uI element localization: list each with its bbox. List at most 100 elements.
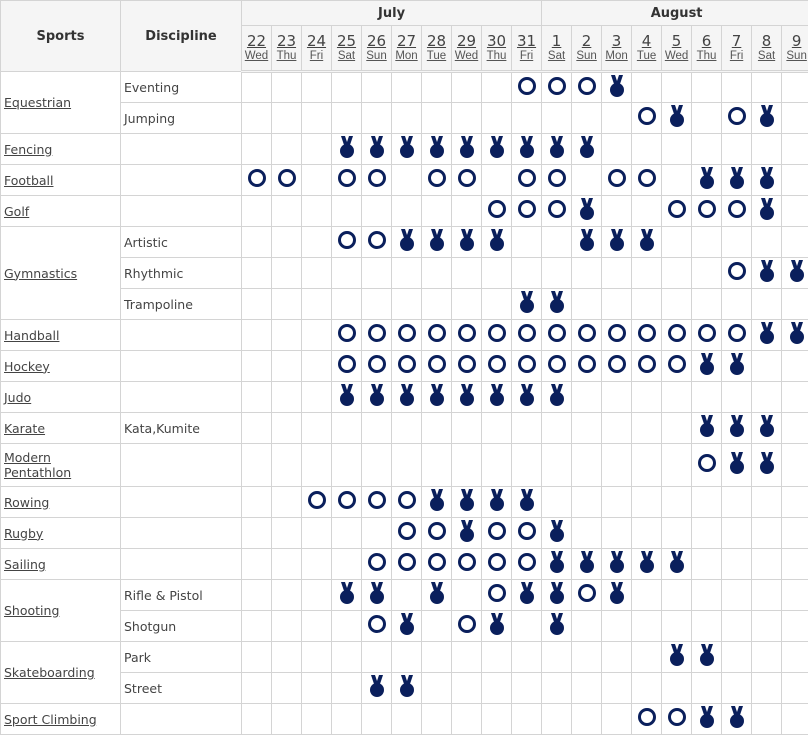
day-header[interactable]: 4Tue	[632, 26, 662, 72]
day-header[interactable]: 23Thu	[272, 26, 302, 72]
day-header[interactable]: 26Sun	[362, 26, 392, 72]
day-header[interactable]: 22Wed	[242, 26, 272, 72]
day-number-link[interactable]: 9	[782, 33, 808, 50]
event-circle-icon	[637, 359, 657, 378]
day-number-link[interactable]: 24	[302, 33, 331, 50]
sport-link-rugby[interactable]: Rugby	[4, 526, 43, 541]
day-header[interactable]: 8Sat	[752, 26, 782, 72]
medal-icon	[758, 423, 776, 442]
event-circle-icon	[697, 204, 717, 223]
sport-cell: Golf	[1, 196, 121, 227]
schedule-cell	[752, 134, 782, 165]
sport-link-golf[interactable]: Golf	[4, 204, 29, 219]
weekday-link[interactable]: Sat	[752, 50, 781, 63]
sport-link-rowing[interactable]: Rowing	[4, 495, 49, 510]
schedule-cell	[482, 518, 512, 549]
weekday-link[interactable]: Mon	[602, 50, 631, 63]
sport-link-karate[interactable]: Karate	[4, 421, 45, 436]
weekday-link[interactable]: Sun	[572, 50, 601, 63]
day-number-link[interactable]: 22	[242, 33, 271, 50]
sport-link-hockey[interactable]: Hockey	[4, 359, 50, 374]
weekday-link[interactable]: Fri	[722, 50, 751, 63]
day-number-link[interactable]: 29	[452, 33, 481, 50]
sport-link-sailing[interactable]: Sailing	[4, 557, 46, 572]
day-number-link[interactable]: 30	[482, 33, 511, 50]
day-number-link[interactable]: 26	[362, 33, 391, 50]
weekday-link[interactable]: Wed	[452, 50, 481, 63]
day-header[interactable]: 6Thu	[692, 26, 722, 72]
day-number-link[interactable]: 5	[662, 33, 691, 50]
day-number-link[interactable]: 2	[572, 33, 601, 50]
day-number-link[interactable]: 31	[512, 33, 541, 50]
sport-link-shooting[interactable]: Shooting	[4, 603, 59, 618]
day-number-link[interactable]: 8	[752, 33, 781, 50]
event-circle-icon	[427, 328, 447, 347]
sport-link-fencing[interactable]: Fencing	[4, 142, 52, 157]
day-number-link[interactable]: 7	[722, 33, 751, 50]
sport-link-equestrian[interactable]: Equestrian	[4, 95, 71, 110]
medal-icon	[398, 144, 416, 163]
day-number-link[interactable]: 6	[692, 33, 721, 50]
day-number-link[interactable]: 27	[392, 33, 421, 50]
day-header[interactable]: 5Wed	[662, 26, 692, 72]
sport-link-football[interactable]: Football	[4, 173, 53, 188]
day-header[interactable]: 24Fri	[302, 26, 332, 72]
day-header[interactable]: 27Mon	[392, 26, 422, 72]
event-circle-icon	[427, 173, 447, 192]
schedule-cell	[452, 611, 482, 642]
schedule-cell	[392, 642, 422, 673]
weekday-link[interactable]: Fri	[512, 50, 541, 63]
schedule-cell	[602, 320, 632, 351]
schedule-cell	[602, 289, 632, 320]
schedule-cell	[452, 196, 482, 227]
schedule-cell	[452, 258, 482, 289]
sport-cell: Fencing	[1, 134, 121, 165]
weekday-link[interactable]: Mon	[392, 50, 421, 63]
day-number-link[interactable]: 4	[632, 33, 661, 50]
day-number-link[interactable]: 25	[332, 33, 361, 50]
weekday-link[interactable]: Wed	[662, 50, 691, 63]
weekday-link[interactable]: Sat	[542, 50, 571, 63]
day-header[interactable]: 7Fri	[722, 26, 752, 72]
table-row: Hockey	[1, 351, 808, 382]
event-circle-icon	[397, 495, 417, 514]
weekday-link[interactable]: Thu	[272, 50, 301, 63]
schedule-cell	[602, 487, 632, 518]
day-header[interactable]: 28Tue	[422, 26, 452, 72]
schedule-cell	[572, 487, 602, 518]
schedule-cell	[422, 258, 452, 289]
schedule-cell	[632, 487, 662, 518]
schedule-cell	[512, 103, 542, 134]
day-number-link[interactable]: 1	[542, 33, 571, 50]
weekday-link[interactable]: Thu	[692, 50, 721, 63]
weekday-link[interactable]: Sat	[332, 50, 361, 63]
sport-link-skateboarding[interactable]: Skateboarding	[4, 665, 95, 680]
day-header[interactable]: 3Mon	[602, 26, 632, 72]
sport-cell: Hockey	[1, 351, 121, 382]
sport-link-modern-pentathlon[interactable]: Modern Pentathlon	[4, 450, 71, 480]
day-header[interactable]: 2Sun	[572, 26, 602, 72]
day-number-link[interactable]: 28	[422, 33, 451, 50]
sport-link-judo[interactable]: Judo	[4, 390, 31, 405]
day-header[interactable]: 1Sat	[542, 26, 572, 72]
schedule-cell	[452, 382, 482, 413]
weekday-link[interactable]: Tue	[422, 50, 451, 63]
day-header[interactable]: 29Wed	[452, 26, 482, 72]
day-header[interactable]: 9Sun	[782, 26, 808, 72]
weekday-link[interactable]: Thu	[482, 50, 511, 63]
sport-link-handball[interactable]: Handball	[4, 328, 59, 343]
day-number-link[interactable]: 3	[602, 33, 631, 50]
event-circle-icon	[547, 173, 567, 192]
day-header[interactable]: 25Sat	[332, 26, 362, 72]
weekday-link[interactable]: Sun	[362, 50, 391, 63]
sport-link-sport-climbing[interactable]: Sport Climbing	[4, 712, 97, 727]
day-header[interactable]: 31Fri	[512, 26, 542, 72]
day-header[interactable]: 30Thu	[482, 26, 512, 72]
weekday-link[interactable]: Sun	[782, 50, 808, 63]
weekday-link[interactable]: Fri	[302, 50, 331, 63]
day-number-link[interactable]: 23	[272, 33, 301, 50]
weekday-link[interactable]: Wed	[242, 50, 271, 63]
weekday-link[interactable]: Tue	[632, 50, 661, 63]
event-circle-icon	[487, 204, 507, 223]
sport-link-gymnastics[interactable]: Gymnastics	[4, 266, 77, 281]
